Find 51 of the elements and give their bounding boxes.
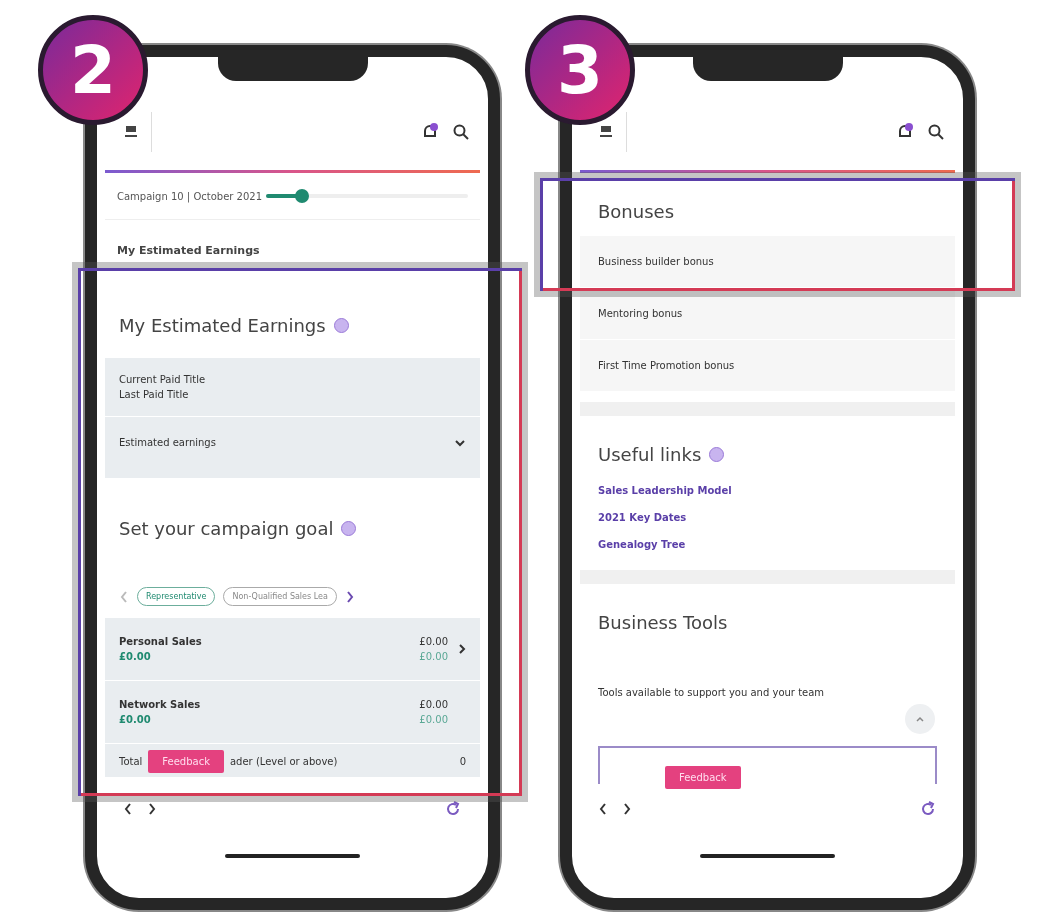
estimated-earnings-dropdown[interactable]: Estimated earnings <box>105 417 480 478</box>
section-title: Set your campaign goal <box>119 518 334 539</box>
tab[interactable]: My Estimated Earnings <box>117 240 260 261</box>
forward-icon[interactable] <box>147 802 157 816</box>
row-label: Personal Sales <box>119 636 203 647</box>
chevron-down-icon <box>454 438 466 447</box>
paid-title-label: Last Paid Title <box>119 389 190 400</box>
section-title: Useful links <box>598 444 702 465</box>
menu-icon[interactable] <box>598 124 614 140</box>
chevron-up-icon <box>915 716 925 722</box>
level-chip[interactable]: Representative <box>137 587 216 606</box>
paid-title-label: Current Paid Title <box>119 374 207 385</box>
bonus-item[interactable]: Business builder bonus <box>580 236 955 288</box>
total-label: Total <box>119 756 143 767</box>
search-icon[interactable] <box>927 123 945 141</box>
help-icon[interactable] <box>341 521 357 536</box>
chevron-right-icon <box>458 643 466 655</box>
section-title: Bonuses <box>597 200 675 224</box>
total-value: 0 <box>459 756 466 767</box>
help-icon[interactable] <box>333 318 349 333</box>
row-value: £0.00 <box>119 714 152 725</box>
section-title: Business Tools <box>597 611 729 635</box>
sales-row[interactable]: Personal Sales £0.00 £0.00 £0.00 <box>105 618 480 681</box>
refresh-icon[interactable] <box>919 800 937 818</box>
back-icon[interactable] <box>123 802 133 816</box>
target-value: £0.00 <box>419 651 448 662</box>
bonus-item[interactable]: First Time Promotion bonus <box>580 340 955 392</box>
campaign-label: Campaign 10 | October 2021 <box>117 190 263 202</box>
target-value: £0.00 <box>419 636 448 647</box>
level-chip[interactable]: Non-Qualified Sales Lea <box>223 587 337 606</box>
back-icon[interactable] <box>598 802 608 816</box>
useful-link[interactable]: Sales Leadership Model <box>580 479 955 506</box>
useful-link[interactable]: Genealogy Tree <box>580 533 955 560</box>
menu-icon[interactable] <box>123 124 139 140</box>
row-label: Network Sales <box>119 699 202 710</box>
target-value: £0.00 <box>419 699 448 710</box>
section-title: My Estimated Earnings <box>119 315 326 336</box>
total-label: ader (Level or above) <box>230 756 338 767</box>
campaign-slider[interactable] <box>266 189 468 203</box>
forward-icon[interactable] <box>622 802 632 816</box>
step-badge: 3 <box>525 15 635 125</box>
chevron-right-icon[interactable] <box>344 589 355 604</box>
step-badge: 2 <box>38 15 148 125</box>
sales-row[interactable]: Network Sales £0.00 £0.00 £0.00 <box>105 681 480 744</box>
tools-description: Tools available to support you and your team <box>597 686 826 700</box>
refresh-icon[interactable] <box>444 800 462 818</box>
row-value: £0.00 <box>119 651 152 662</box>
useful-link[interactable]: 2021 Key Dates <box>580 506 955 533</box>
search-icon[interactable] <box>452 123 470 141</box>
target-value: £0.00 <box>419 714 448 725</box>
help-icon[interactable] <box>709 447 725 462</box>
